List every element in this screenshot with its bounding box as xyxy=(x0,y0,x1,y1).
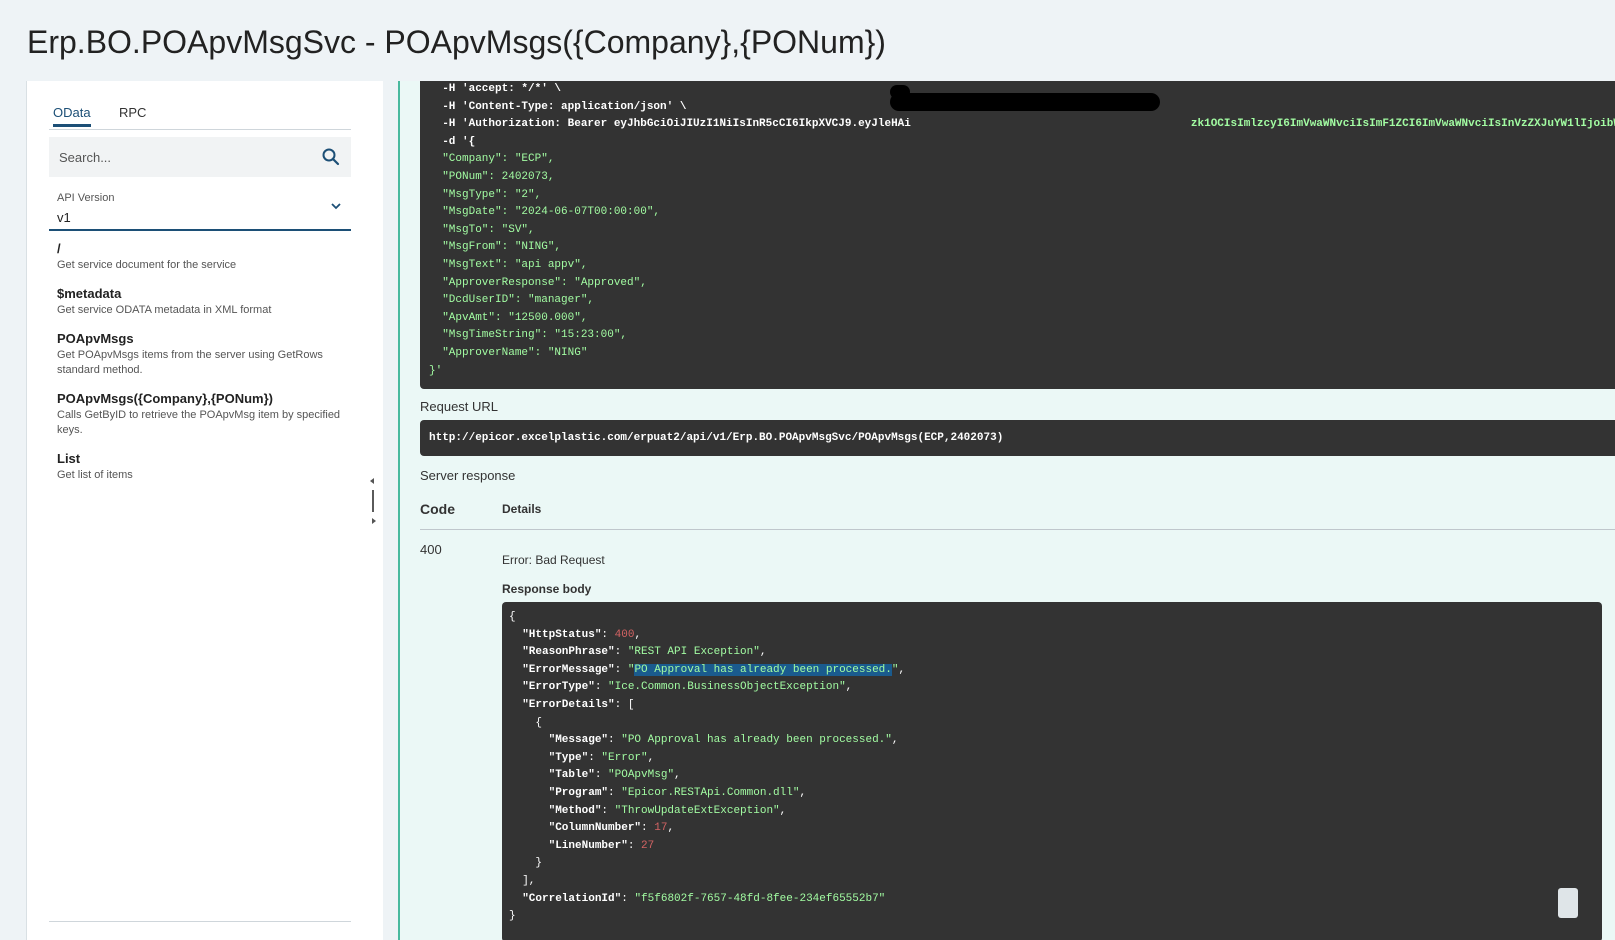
request-url-label: Request URL xyxy=(420,399,499,414)
curl-line: -H 'Content-Type: application/json' \ xyxy=(429,101,686,113)
api-version-label: API Version xyxy=(57,192,115,204)
resize-handle-icon[interactable] xyxy=(368,476,378,526)
json-number: 17 xyxy=(654,822,668,835)
json-key: "ErrorDetails" xyxy=(522,698,615,711)
json-brace: { xyxy=(509,611,516,623)
curl-line: -H 'Authorization: Bearer eyJhbGciOiJIUz… xyxy=(429,118,1615,130)
curl-body-line: "Company": "ECP", xyxy=(429,153,555,166)
curl-body-line: "MsgFrom": "NING", xyxy=(429,241,562,254)
endpoint-description: Get list of items xyxy=(57,469,133,481)
json-key: "Program" xyxy=(548,786,609,799)
tab-odata[interactable]: OData xyxy=(53,105,91,127)
endpoint-description: Get service document for the service xyxy=(57,259,237,271)
json-key: "Type" xyxy=(548,751,589,764)
json-brace: } xyxy=(509,910,516,923)
json-key: "ErrorType" xyxy=(522,681,595,694)
request-url-value: http://epicor.excelplastic.com/erpuat2/a… xyxy=(420,420,1615,456)
main-content: -H 'accept: */*' \ -H 'Content-Type: app… xyxy=(398,81,1615,940)
server-response-label: Server response xyxy=(420,468,516,483)
endpoint-name: $metadata xyxy=(57,286,122,301)
json-string: "REST API Exception" xyxy=(627,646,760,659)
endpoint-name: List xyxy=(57,451,81,466)
curl-body-line: "ApproverResponse": "Approved", xyxy=(429,276,647,289)
json-key: "ReasonPhrase" xyxy=(522,646,615,659)
page-title: Erp.BO.POApvMsgSvc - POApvMsgs({Company}… xyxy=(27,24,886,60)
response-body[interactable]: { "HttpStatus": 400, "ReasonPhrase": "RE… xyxy=(502,602,1602,940)
json-string: "POApvMsg" xyxy=(608,769,675,782)
json-string: "ThrowUpdateExtException" xyxy=(614,804,780,817)
endpoint-description: Get POApvMsgs items from the server usin… xyxy=(57,349,323,376)
json-key: "CorrelationId" xyxy=(522,892,622,905)
endpoint-name: POApvMsgs xyxy=(57,331,134,346)
curl-auth-prefix: -H 'Authorization: Bearer eyJhbGciOiJIUz… xyxy=(429,118,911,131)
search-box xyxy=(49,137,351,177)
sidebar-divider xyxy=(49,921,351,922)
curl-line: -H 'accept: */*' \ xyxy=(429,83,562,95)
json-number: 400 xyxy=(614,628,635,641)
column-header-code: Code xyxy=(420,501,455,517)
json-string: "Epicor.RESTApi.Common.dll" xyxy=(621,786,800,799)
json-string: "PO Approval has already been processed.… xyxy=(621,734,892,747)
json-key: "Message" xyxy=(548,734,609,747)
curl-body-line: "MsgTimeString": "15:23:00", xyxy=(429,329,628,342)
endpoint-list-items[interactable]: List Get list of items xyxy=(57,451,347,483)
selected-error-message: PO Approval has already been processed. xyxy=(634,663,892,676)
status-code: 400 xyxy=(420,542,442,557)
json-key: "ColumnNumber" xyxy=(548,822,642,835)
endpoint-poapvmsgs-by-key[interactable]: POApvMsgs({Company},{PONum}) Calls GetBy… xyxy=(57,391,347,438)
search-icon[interactable] xyxy=(321,147,341,167)
tab-rpc[interactable]: RPC xyxy=(119,105,146,124)
json-string: "Error" xyxy=(601,751,648,764)
endpoint-list: / Get service document for the service $… xyxy=(57,241,347,496)
curl-body-line: "DcdUserID": "manager", xyxy=(429,294,595,307)
api-version-value: v1 xyxy=(57,210,71,225)
api-version-select[interactable]: API Version v1 xyxy=(49,185,351,231)
curl-body-line: "MsgType": "2", xyxy=(429,188,542,201)
endpoint-root[interactable]: / Get service document for the service xyxy=(57,241,347,273)
json-key: "HttpStatus" xyxy=(522,628,602,641)
curl-body-line: "MsgText": "api appv", xyxy=(429,258,588,271)
json-string: "Ice.Common.BusinessObjectException" xyxy=(608,681,846,694)
redaction-mark xyxy=(890,85,910,99)
json-string: "f5f6802f-7657-48fd-8fee-234ef65552b7" xyxy=(634,892,886,905)
curl-auth-suffix: zk1OCIsImlzcyI6ImVwaWNvciIsImF1ZCI6ImVwa… xyxy=(1190,118,1615,131)
curl-body-line: "ApproverName": "NING" xyxy=(429,346,588,359)
error-text: Error: Bad Request xyxy=(502,553,605,567)
json-key: "ErrorMessage" xyxy=(522,663,615,676)
redaction-mark xyxy=(890,93,1160,111)
sidebar: OData RPC API Version v1 / Get service d… xyxy=(26,81,383,940)
json-key: "LineNumber" xyxy=(548,839,628,852)
json-key: "Table" xyxy=(548,769,595,782)
search-input[interactable] xyxy=(59,137,309,177)
curl-command: -H 'accept: */*' \ -H 'Content-Type: app… xyxy=(420,81,1615,389)
response-table-header: Code Details xyxy=(420,499,1615,530)
copy-icon[interactable] xyxy=(1558,888,1578,918)
curl-body-line: }' xyxy=(429,364,443,377)
curl-body-line: "ApvAmt": "12500.000", xyxy=(429,311,588,324)
chevron-down-icon[interactable] xyxy=(329,199,343,213)
json-key: "Method" xyxy=(548,804,602,817)
curl-line-text: -H 'Content-Type: application/json' \ xyxy=(429,100,687,113)
endpoint-description: Calls GetByID to retrieve the POApvMsg i… xyxy=(57,409,341,436)
endpoint-poapvmsgs[interactable]: POApvMsgs Get POApvMsgs items from the s… xyxy=(57,331,347,378)
curl-body-line: "PONum": 2402073, xyxy=(429,170,555,183)
tab-bar: OData RPC xyxy=(49,105,351,130)
endpoint-name: POApvMsgs({Company},{PONum}) xyxy=(57,391,273,406)
curl-line: -d '{ xyxy=(429,135,476,148)
endpoint-name: / xyxy=(57,241,61,256)
curl-body-line: "MsgDate": "2024-06-07T00:00:00", xyxy=(429,206,661,219)
curl-body-line: "MsgTo": "SV", xyxy=(429,223,535,236)
response-body-label: Response body xyxy=(502,582,592,596)
column-header-details: Details xyxy=(502,502,542,516)
json-number: 27 xyxy=(641,839,655,852)
endpoint-metadata[interactable]: $metadata Get service ODATA metadata in … xyxy=(57,286,347,318)
endpoint-description: Get service ODATA metadata in XML format xyxy=(57,304,272,316)
